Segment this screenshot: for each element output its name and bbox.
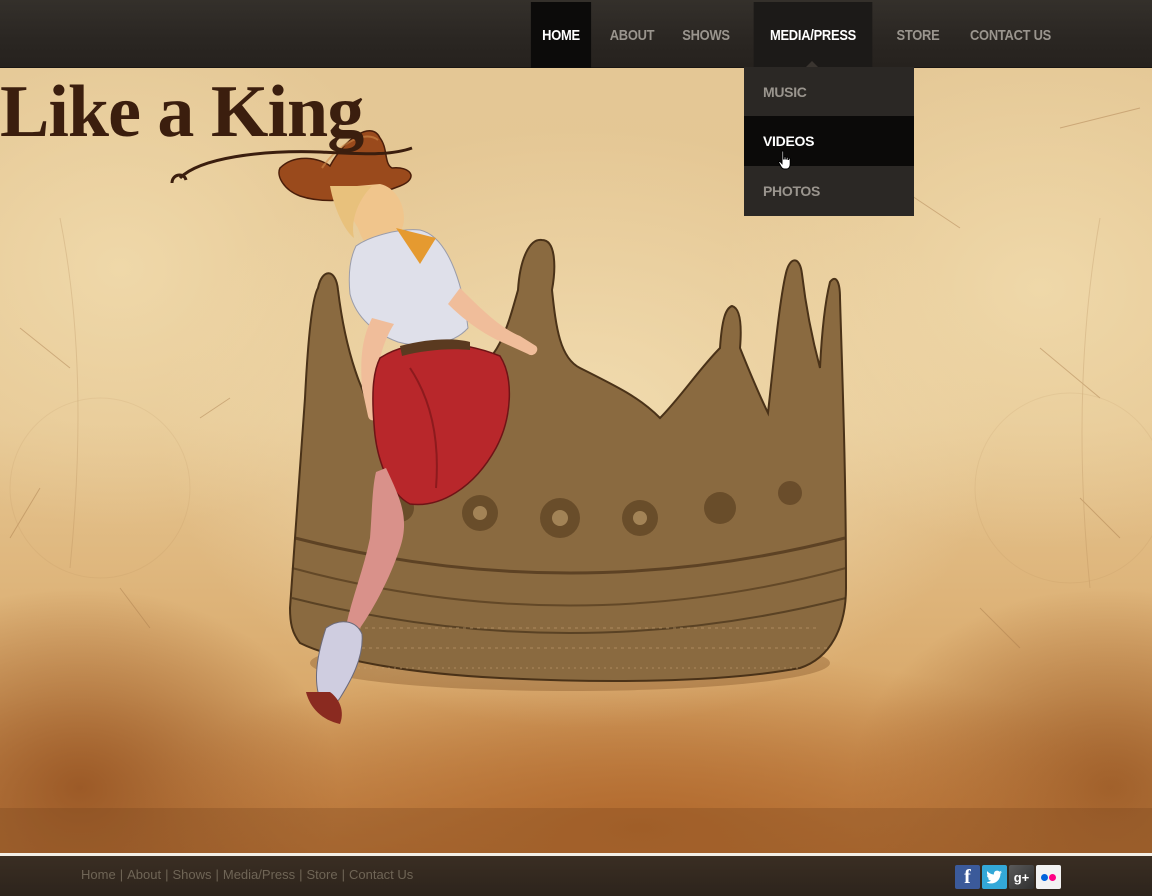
footer-link-about[interactable]: About — [127, 867, 161, 882]
footer-separator: | — [299, 867, 303, 882]
footer-link-store[interactable]: Store — [307, 867, 338, 882]
like-a-king-title: Like a King — [0, 71, 413, 184]
twitter-icon[interactable] — [982, 865, 1007, 889]
footer-separator: | — [341, 867, 345, 882]
main-nav: HOME ABOUT SHOWS MEDIA/PRESS STORE CONTA… — [526, 2, 1067, 68]
hero-banner: Like a King — [0, 68, 1152, 853]
nav-contact-us-label: CONTACT US — [969, 26, 1052, 44]
flickr-pink-dot-icon — [1049, 873, 1056, 881]
top-navigation-bar: HOME ABOUT SHOWS MEDIA/PRESS STORE CONTA… — [0, 0, 1152, 68]
nav-contact-us[interactable]: CONTACT US — [962, 2, 1059, 68]
nav-store[interactable]: STORE — [887, 2, 949, 68]
footer: Home | About | Shows | Media/Press | Store | Conta… — [0, 856, 1152, 896]
footer-links: Home | About | Shows | Media/Press | Store | Conta… — [81, 867, 413, 882]
footer-link-home[interactable]: Home — [81, 867, 116, 882]
hero-title-text: Like a King — [0, 71, 364, 153]
footer-separator: | — [165, 867, 169, 882]
footer-separator: | — [119, 867, 124, 882]
nav-shows[interactable]: SHOWS — [673, 2, 738, 68]
hand-pointer-cursor-icon — [778, 150, 791, 170]
footer-link-shows[interactable]: Shows — [172, 867, 211, 882]
flickr-blue-dot-icon — [1041, 873, 1048, 881]
nav-shows-label: SHOWS — [682, 26, 730, 44]
footer-link-contact-us[interactable]: Contact Us — [349, 867, 413, 882]
nav-about-label: ABOUT — [609, 26, 655, 44]
nav-media-press[interactable]: MEDIA/PRESS — [753, 2, 873, 68]
dropdown-item-videos[interactable]: VIDEOS — [744, 116, 914, 166]
facebook-glyph: f — [964, 865, 971, 888]
facebook-icon[interactable]: f — [955, 865, 980, 889]
google-plus-glyph: g+ — [1013, 869, 1030, 885]
nav-home-label: HOME — [542, 26, 580, 44]
flickr-icon[interactable] — [1036, 865, 1061, 889]
dropdown-item-photos-label: PHOTOS — [763, 183, 821, 199]
social-icons: f g+ — [955, 865, 1061, 889]
twitter-bird-icon — [986, 870, 1002, 884]
dropdown-item-music[interactable]: MUSIC — [744, 67, 914, 116]
google-plus-icon[interactable]: g+ — [1009, 865, 1034, 889]
nav-media-press-label: MEDIA/PRESS — [769, 26, 857, 44]
dropdown-item-videos-label: VIDEOS — [763, 133, 815, 149]
nav-store-label: STORE — [896, 26, 940, 44]
dropdown-item-music-label: MUSIC — [763, 83, 807, 100]
dropdown-item-photos[interactable]: PHOTOS — [744, 166, 914, 216]
nav-home[interactable]: HOME — [530, 2, 592, 68]
footer-separator: | — [215, 867, 219, 882]
footer-link-media-press[interactable]: Media/Press — [223, 867, 295, 882]
media-press-dropdown: MUSIC VIDEOS PHOTOS — [744, 67, 914, 216]
nav-about[interactable]: ABOUT — [601, 2, 663, 68]
dropdown-caret-icon — [806, 61, 818, 67]
